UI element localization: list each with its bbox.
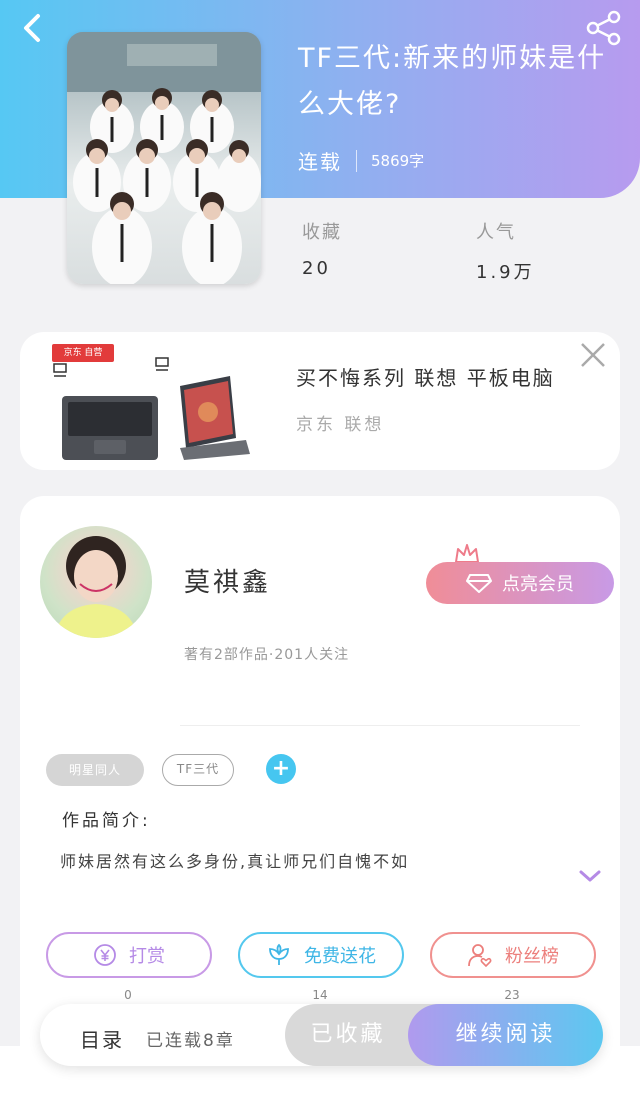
popularity-value: 1.9万	[476, 262, 535, 283]
flower-count: 14	[312, 988, 328, 1002]
intro-label: 作品简介:	[62, 811, 151, 831]
book-status-row: 连载 5869字	[298, 146, 424, 175]
favorites-label: 收藏	[302, 222, 342, 243]
favorites-value: 20	[302, 258, 331, 279]
fan-ranking-icon	[468, 944, 492, 968]
ad-source: 京东 联想	[296, 415, 385, 435]
tip-button[interactable]: 打赏	[46, 932, 212, 978]
toc-button[interactable]: 目录	[80, 1024, 124, 1053]
fan-count: 23	[504, 988, 520, 1002]
send-flower-button[interactable]: 免费送花	[238, 932, 404, 978]
tip-label: 打赏	[129, 946, 165, 967]
book-title: TF三代:新来的师妹是什么大佬?	[298, 43, 607, 120]
collected-label: 已收藏	[310, 1022, 386, 1047]
continue-reading-label: 继续阅读	[455, 1022, 556, 1047]
author-name[interactable]: 莫祺鑫	[184, 562, 271, 599]
divider	[180, 725, 580, 726]
serial-status: 连载	[298, 150, 342, 174]
chapter-count[interactable]: 已连载8章	[146, 1026, 235, 1051]
ad-title: 买不悔系列 联想 平板电脑	[296, 366, 555, 390]
back-button[interactable]	[16, 10, 52, 46]
chevron-left-icon	[24, 14, 40, 42]
ad-close-button[interactable]	[578, 340, 608, 370]
close-icon	[581, 343, 605, 367]
yen-coin-icon	[94, 944, 116, 966]
author-portrait	[54, 536, 138, 638]
tag-category[interactable]: 明星同人	[46, 754, 144, 786]
diamond-icon	[466, 574, 492, 593]
fan-ranking-button[interactable]: 粉丝榜	[430, 932, 596, 978]
author-meta: 著有2部作品·201人关注	[184, 647, 350, 663]
flower-icon	[269, 943, 289, 965]
vip-button[interactable]: 点亮会员	[426, 562, 614, 604]
favorites-stat: 收藏 20	[302, 218, 342, 279]
fan-ranking-label: 粉丝榜	[505, 946, 559, 967]
group-photo-illustration	[67, 32, 261, 284]
ad-card[interactable]: 京东 自营 买不悔系列 联想 平板电脑 京东 联想	[20, 332, 620, 470]
divider	[356, 149, 357, 172]
intro-text: 师妹居然有这么多身份,真让师兄们自愧不如	[60, 852, 410, 871]
avatar[interactable]	[40, 526, 152, 638]
tag-series[interactable]: TF三代	[162, 754, 234, 786]
tip-count: 0	[124, 988, 132, 1002]
chevron-down-icon[interactable]	[578, 868, 602, 884]
bottom-action-bar: 目录 已连载8章 已收藏 继续阅读	[40, 1004, 603, 1066]
send-flower-label: 免费送花	[304, 946, 376, 967]
popularity-stat: 人气 1.9万	[476, 218, 535, 284]
vip-button-label: 点亮会员	[502, 574, 574, 595]
continue-reading-button[interactable]: 继续阅读	[408, 1004, 603, 1066]
book-cover-image[interactable]	[67, 32, 261, 284]
tablet-product-image	[53, 357, 250, 460]
add-tag-button[interactable]: +	[266, 754, 296, 784]
word-count: 5869字	[371, 152, 425, 170]
crown-icon	[455, 544, 479, 563]
popularity-label: 人气	[476, 222, 516, 243]
